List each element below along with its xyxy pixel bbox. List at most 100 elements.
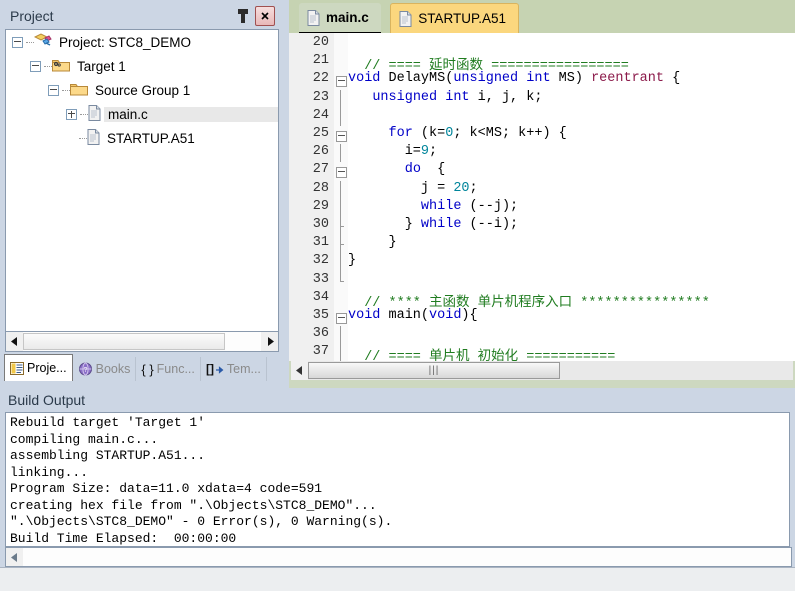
code-editor[interactable]: 20 21 // ==== 延时函数 ================= 22 voi…	[289, 33, 795, 361]
line-number: 27	[312, 162, 329, 178]
tree-item-main-c[interactable]: main.c	[6, 102, 278, 126]
editor-tab-main-c[interactable]: main.c	[299, 3, 381, 34]
pin-icon[interactable]	[235, 7, 251, 25]
left-triangle-icon	[10, 552, 17, 562]
code-line[interactable]: } while (--i);	[348, 217, 518, 232]
fold-guide-line	[340, 144, 341, 163]
project-tab-proje[interactable]: Proje...	[4, 354, 73, 381]
tree-connector	[44, 65, 52, 68]
code-token-plain: ; k<MS; k++) {	[453, 126, 567, 141]
line-number: 31	[312, 235, 329, 251]
file-icon	[307, 9, 320, 26]
code-line[interactable]: }	[348, 235, 397, 250]
code-line[interactable]: void DelayMS(unsigned int MS) reentrant …	[348, 71, 680, 86]
build-scroll-left-arrow-icon[interactable]	[6, 548, 23, 566]
code-line[interactable]: }	[348, 253, 356, 268]
scroll-thumb[interactable]	[23, 333, 225, 350]
tree-item-source-group-1[interactable]: Source Group 1	[6, 78, 278, 102]
code-line[interactable]: do {	[348, 162, 446, 178]
fold-collapse-icon[interactable]	[336, 131, 347, 142]
collapse-minus-icon[interactable]	[30, 60, 41, 72]
tree-item-startup-a51[interactable]: STARTUP.A51	[6, 126, 278, 150]
editor-scroll-track[interactable]: |||	[308, 361, 793, 380]
scroll-right-arrow-icon[interactable]	[261, 332, 278, 351]
code-line[interactable]: // ==== 单片机 初始化 ===========	[348, 344, 615, 361]
build-output-line: assembling STARTUP.A51...	[10, 448, 206, 463]
editor-tab-startup-a51[interactable]: STARTUP.A51	[390, 3, 519, 34]
code-token-plain: }	[348, 235, 397, 251]
scroll-track[interactable]	[23, 332, 261, 351]
fold-guide-line	[340, 344, 341, 361]
build-output-line: ".\Objects\STC8_DEMO" - 0 Error(s), 0 Wa…	[10, 514, 393, 529]
project-tab-tem[interactable]: [] Tem...	[201, 357, 267, 381]
code-token-num: 9	[420, 144, 430, 160]
line-number: 29	[312, 198, 329, 214]
build-output-title: Build Output	[8, 392, 86, 408]
tab-label: Books	[95, 362, 131, 376]
fold-end-tick	[340, 244, 344, 246]
project-icon	[33, 33, 52, 46]
braces-icon: { }	[141, 361, 154, 377]
collapse-minus-icon[interactable]	[12, 36, 23, 48]
fold-collapse-icon[interactable]	[336, 76, 347, 88]
editor-scroll-thumb[interactable]: |||	[308, 362, 560, 379]
code-line[interactable]: while (--j);	[348, 199, 518, 214]
svg-text:[]: []	[206, 362, 214, 376]
project-window-icon	[10, 361, 24, 375]
code-line[interactable]: j = 20;	[348, 181, 478, 196]
expand-plus-icon[interactable]	[66, 108, 77, 120]
code-token-kw: for	[388, 126, 413, 141]
code-line[interactable]: void main(void){	[348, 308, 478, 323]
tree-item-target-1[interactable]: Target 1	[6, 54, 278, 78]
code-token-kw: void	[429, 308, 462, 323]
fold-collapse-icon[interactable]	[336, 167, 347, 179]
tree-node-icon	[33, 33, 52, 51]
tree-item-label: Source Group 1	[95, 82, 191, 98]
tree-item-project-stc8-demo[interactable]: Project: STC8_DEMO	[6, 30, 278, 54]
project-panel-tabs[interactable]: Proje...? Books { } Func... [] Tem...	[4, 353, 279, 381]
line-number: 28	[312, 180, 329, 196]
scroll-left-arrow-icon[interactable]	[6, 332, 23, 351]
project-tree[interactable]: Project: STC8_DEMO Target 1 Source Group 1…	[5, 29, 279, 333]
project-tab-func[interactable]: { } Func...	[136, 357, 201, 381]
tree-connector	[62, 89, 70, 92]
svg-text:?: ?	[83, 367, 87, 374]
left-triangle-icon	[295, 366, 302, 375]
close-icon[interactable]	[255, 6, 275, 26]
code-token-plain: MS)	[550, 71, 592, 87]
code-line[interactable]: for (k=0; k<MS; k++) {	[348, 126, 567, 141]
code-token-kw: void	[348, 308, 381, 323]
code-token-plain: }	[348, 253, 357, 269]
tree-node-icon	[88, 104, 101, 124]
build-output-line: compiling main.c...	[10, 431, 159, 447]
editor-scroll-left-arrow-icon[interactable]	[291, 361, 308, 380]
code-token-plain: ;	[469, 180, 478, 196]
line-number: 24	[312, 107, 329, 123]
build-output-text[interactable]: Rebuild target 'Target 1' compiling main.…	[5, 412, 790, 547]
build-output-hscrollbar[interactable]	[5, 547, 792, 567]
tab-icon: { }	[141, 362, 153, 377]
tree-connector	[79, 137, 87, 140]
project-titlebar: Project	[4, 4, 279, 28]
project-tab-books[interactable]: ? Books	[73, 357, 137, 381]
project-panel: Project Project: STC8_DEMO Target 1 Source…	[0, 0, 283, 388]
fold-guide-line	[340, 89, 341, 108]
editor-hscrollbar[interactable]: |||	[291, 361, 793, 380]
collapse-minus-icon[interactable]	[48, 84, 59, 96]
tree-connector	[80, 113, 88, 116]
fold-collapse-icon[interactable]	[336, 313, 347, 324]
code-token-kw: unsigned	[453, 71, 519, 87]
tree-node-icon	[70, 82, 88, 99]
project-tree-hscrollbar[interactable]	[5, 331, 279, 352]
build-scroll-track[interactable]	[23, 548, 791, 566]
line-number: 30	[312, 217, 329, 232]
folder-icon	[70, 83, 88, 95]
code-line[interactable]: i=9;	[348, 144, 437, 159]
ide-window: Project Project: STC8_DEMO Target 1 Source…	[0, 0, 795, 591]
build-output-line: Build Time Elapsed: 00:00:00	[10, 530, 237, 546]
code-token-kw: do	[404, 162, 421, 178]
editor-tabbar[interactable]: main.c STARTUP.A51	[289, 0, 795, 34]
code-line[interactable]: unsigned int i, j, k;	[348, 90, 542, 105]
code-token-plain: ;	[429, 144, 438, 160]
